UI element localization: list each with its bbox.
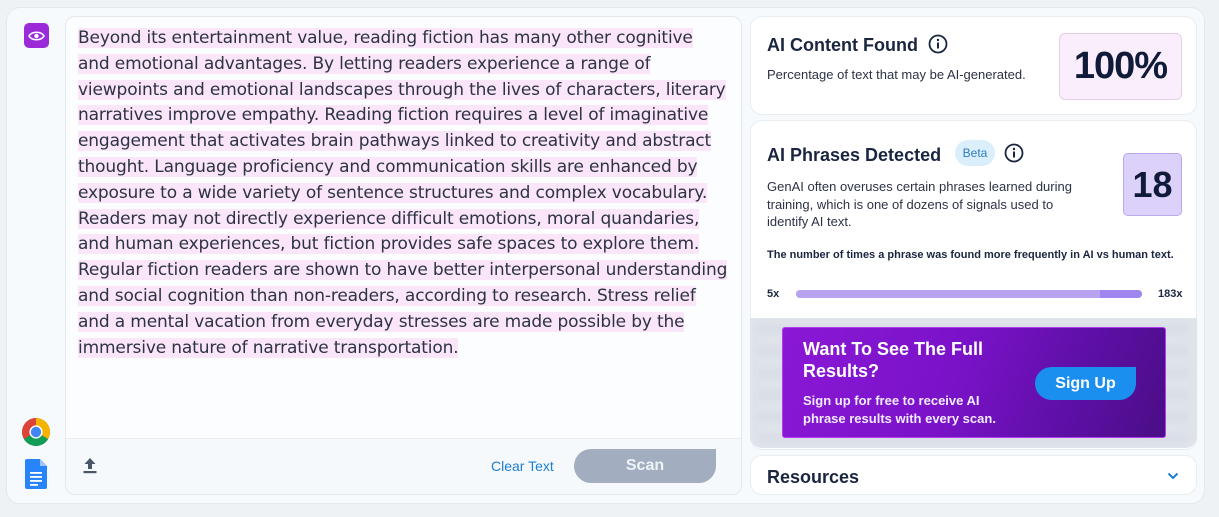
range-min-label: 5x bbox=[767, 288, 780, 300]
ai-percentage-value: 100% bbox=[1059, 33, 1182, 100]
editor-footer: Clear Text Scan bbox=[66, 438, 741, 494]
ai-phrases-title: AI Phrases Detected bbox=[767, 145, 942, 165]
chevron-down-icon[interactable] bbox=[1167, 472, 1179, 480]
google-docs-icon[interactable] bbox=[25, 459, 47, 489]
upload-icon[interactable] bbox=[82, 457, 98, 475]
frequency-range-end bbox=[1100, 290, 1142, 298]
ai-content-card: AI Content Found Percentage of text that… bbox=[750, 16, 1197, 115]
editor-text[interactable]: Beyond its entertainment value, reading … bbox=[78, 26, 728, 361]
beta-badge: Beta bbox=[955, 140, 995, 166]
ai-content-description: Percentage of text that may be AI-genera… bbox=[767, 67, 1026, 82]
resources-title: Resources bbox=[767, 467, 860, 487]
ai-phrases-description: GenAI often overuses certain phrases lea… bbox=[767, 179, 1072, 229]
promo-subtitle: Sign up for free to receive AI phrase re… bbox=[803, 393, 996, 426]
text-editor[interactable]: Beyond its entertainment value, reading … bbox=[65, 16, 742, 495]
clear-text-button[interactable]: Clear Text bbox=[491, 458, 554, 474]
highlighted-ai-text: Beyond its entertainment value, reading … bbox=[78, 28, 728, 358]
range-max-label: 183x bbox=[1158, 288, 1183, 300]
sign-up-button[interactable]: Sign Up bbox=[1035, 367, 1136, 400]
promo-title: Want To See The Full Results? bbox=[803, 339, 983, 381]
resources-card[interactable]: Resources bbox=[750, 455, 1197, 495]
eye-icon bbox=[28, 30, 45, 41]
info-icon[interactable] bbox=[928, 34, 948, 54]
info-icon[interactable] bbox=[1004, 143, 1024, 163]
visibility-toggle[interactable] bbox=[24, 23, 49, 48]
signup-promo: Want To See The Full Results? Sign up fo… bbox=[782, 327, 1166, 438]
ai-content-title: AI Content Found bbox=[767, 35, 918, 55]
ai-phrases-count: 18 bbox=[1123, 153, 1182, 216]
frequency-note: The number of times a phrase was found m… bbox=[767, 249, 1174, 261]
chrome-icon[interactable] bbox=[21, 417, 51, 447]
frequency-range-fill bbox=[796, 290, 1100, 298]
scan-button[interactable]: Scan bbox=[574, 449, 716, 483]
